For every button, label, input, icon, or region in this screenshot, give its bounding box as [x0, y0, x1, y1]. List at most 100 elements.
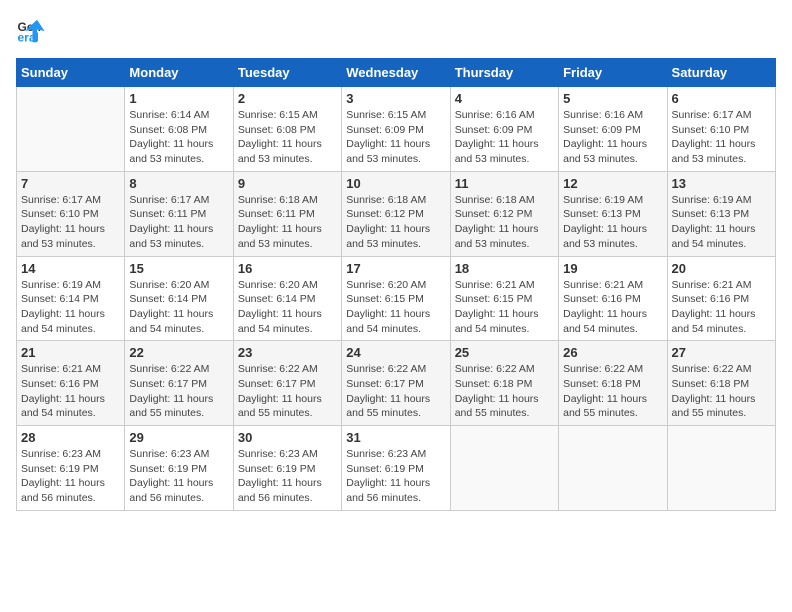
header-wednesday: Wednesday	[342, 59, 450, 87]
day-number: 2	[238, 91, 337, 106]
day-number: 28	[21, 430, 120, 445]
week-row-2: 7 Sunrise: 6:17 AM Sunset: 6:10 PM Daylig…	[17, 171, 776, 256]
day-number: 19	[563, 261, 662, 276]
calendar-table: SundayMondayTuesdayWednesdayThursdayFrid…	[16, 58, 776, 511]
day-cell: 30Sunrise: 6:23 AM Sunset: 6:19 PM Dayli…	[233, 426, 341, 511]
day-cell	[450, 426, 558, 511]
day-cell: 26 Sunrise: 6:22 AM Sunset: 6:18 PM Dayli…	[559, 341, 667, 426]
day-number: 6	[672, 91, 771, 106]
day-info: Sunrise: 6:14 AM Sunset: 6:08 PM Dayligh…	[129, 108, 228, 167]
header-thursday: Thursday	[450, 59, 558, 87]
day-info: Sunrise: 6:21 AM Sunset: 6:15 PM Dayligh…	[455, 278, 554, 337]
day-info: Sunrise: 6:21 AM Sunset: 6:16 PM Dayligh…	[672, 278, 771, 337]
day-number: 3	[346, 91, 445, 106]
day-info: Sunrise: 6:18 AM Sunset: 6:12 PM Dayligh…	[455, 193, 554, 252]
day-info: Sunrise: 6:19 AM Sunset: 6:14 PM Dayligh…	[21, 278, 120, 337]
header-monday: Monday	[125, 59, 233, 87]
day-cell: 19 Sunrise: 6:21 AM Sunset: 6:16 PM Dayli…	[559, 256, 667, 341]
day-info: Sunrise: 6:22 AM Sunset: 6:17 PM Dayligh…	[346, 362, 445, 421]
day-number: 4	[455, 91, 554, 106]
day-info: Sunrise: 6:21 AM Sunset: 6:16 PM Dayligh…	[563, 278, 662, 337]
day-info: Sunrise: 6:15 AM Sunset: 6:08 PM Dayligh…	[238, 108, 337, 167]
day-info: Sunrise: 6:22 AM Sunset: 6:17 PM Dayligh…	[238, 362, 337, 421]
day-info: Sunrise: 6:22 AM Sunset: 6:18 PM Dayligh…	[563, 362, 662, 421]
day-info: Sunrise: 6:20 AM Sunset: 6:14 PM Dayligh…	[238, 278, 337, 337]
day-cell: 2 Sunrise: 6:15 AM Sunset: 6:08 PM Daylig…	[233, 87, 341, 172]
page-header: Gen eral	[16, 16, 776, 46]
day-info: Sunrise: 6:20 AM Sunset: 6:14 PM Dayligh…	[129, 278, 228, 337]
day-info: Sunrise: 6:18 AM Sunset: 6:12 PM Dayligh…	[346, 193, 445, 252]
day-cell: 4 Sunrise: 6:16 AM Sunset: 6:09 PM Daylig…	[450, 87, 558, 172]
day-cell: 7 Sunrise: 6:17 AM Sunset: 6:10 PM Daylig…	[17, 171, 125, 256]
day-number: 1	[129, 91, 228, 106]
day-number: 27	[672, 345, 771, 360]
day-info: Sunrise: 6:15 AM Sunset: 6:09 PM Dayligh…	[346, 108, 445, 167]
day-number: 7	[21, 176, 120, 191]
day-info: Sunrise: 6:23 AM Sunset: 6:19 PM Dayligh…	[346, 447, 445, 506]
day-number: 14	[21, 261, 120, 276]
day-number: 17	[346, 261, 445, 276]
day-info: Sunrise: 6:16 AM Sunset: 6:09 PM Dayligh…	[563, 108, 662, 167]
day-cell: 23 Sunrise: 6:22 AM Sunset: 6:17 PM Dayli…	[233, 341, 341, 426]
day-cell: 29 Sunrise: 6:23 AM Sunset: 6:19 PM Dayli…	[125, 426, 233, 511]
day-cell: 24 Sunrise: 6:22 AM Sunset: 6:17 PM Dayli…	[342, 341, 450, 426]
logo-icon: Gen eral	[16, 16, 46, 46]
day-info: Sunrise: 6:17 AM Sunset: 6:11 PM Dayligh…	[129, 193, 228, 252]
day-number: 18	[455, 261, 554, 276]
day-info: Sunrise: 6:23 AM Sunset: 6:19 PM Dayligh…	[129, 447, 228, 506]
day-number: 11	[455, 176, 554, 191]
day-number: 21	[21, 345, 120, 360]
day-number: 8	[129, 176, 228, 191]
day-cell: 28 Sunrise: 6:23 AM Sunset: 6:19 PM Dayli…	[17, 426, 125, 511]
header-tuesday: Tuesday	[233, 59, 341, 87]
day-info: Sunrise: 6:19 AM Sunset: 6:13 PM Dayligh…	[672, 193, 771, 252]
day-cell: 3 Sunrise: 6:15 AM Sunset: 6:09 PM Daylig…	[342, 87, 450, 172]
day-number: 26	[563, 345, 662, 360]
logo: Gen eral	[16, 16, 50, 46]
header-saturday: Saturday	[667, 59, 775, 87]
day-cell: 15 Sunrise: 6:20 AM Sunset: 6:14 PM Dayli…	[125, 256, 233, 341]
day-number: 25	[455, 345, 554, 360]
day-cell: 17 Sunrise: 6:20 AM Sunset: 6:15 PM Dayli…	[342, 256, 450, 341]
day-cell: 12Sunrise: 6:19 AM Sunset: 6:13 PM Dayli…	[559, 171, 667, 256]
day-cell: 1 Sunrise: 6:14 AM Sunset: 6:08 PM Daylig…	[125, 87, 233, 172]
day-info: Sunrise: 6:19 AM Sunset: 6:13 PM Dayligh…	[563, 193, 662, 252]
day-number: 15	[129, 261, 228, 276]
day-cell: 14 Sunrise: 6:19 AM Sunset: 6:14 PM Dayli…	[17, 256, 125, 341]
day-number: 13	[672, 176, 771, 191]
header-sunday: Sunday	[17, 59, 125, 87]
day-info: Sunrise: 6:17 AM Sunset: 6:10 PM Dayligh…	[672, 108, 771, 167]
day-info: Sunrise: 6:20 AM Sunset: 6:15 PM Dayligh…	[346, 278, 445, 337]
day-info: Sunrise: 6:23 AM Sunset: 6:19 PM Dayligh…	[21, 447, 120, 506]
day-number: 24	[346, 345, 445, 360]
header-friday: Friday	[559, 59, 667, 87]
day-number: 29	[129, 430, 228, 445]
week-row-3: 14 Sunrise: 6:19 AM Sunset: 6:14 PM Dayli…	[17, 256, 776, 341]
day-cell: 22Sunrise: 6:22 AM Sunset: 6:17 PM Dayli…	[125, 341, 233, 426]
day-number: 23	[238, 345, 337, 360]
day-info: Sunrise: 6:22 AM Sunset: 6:18 PM Dayligh…	[455, 362, 554, 421]
day-cell: 25 Sunrise: 6:22 AM Sunset: 6:18 PM Dayli…	[450, 341, 558, 426]
day-cell: 8 Sunrise: 6:17 AM Sunset: 6:11 PM Daylig…	[125, 171, 233, 256]
day-cell: 27Sunrise: 6:22 AM Sunset: 6:18 PM Dayli…	[667, 341, 775, 426]
day-cell: 13 Sunrise: 6:19 AM Sunset: 6:13 PM Dayli…	[667, 171, 775, 256]
day-number: 20	[672, 261, 771, 276]
day-cell: 20 Sunrise: 6:21 AM Sunset: 6:16 PM Dayli…	[667, 256, 775, 341]
day-info: Sunrise: 6:16 AM Sunset: 6:09 PM Dayligh…	[455, 108, 554, 167]
day-info: Sunrise: 6:18 AM Sunset: 6:11 PM Dayligh…	[238, 193, 337, 252]
calendar-header-row: SundayMondayTuesdayWednesdayThursdayFrid…	[17, 59, 776, 87]
day-info: Sunrise: 6:17 AM Sunset: 6:10 PM Dayligh…	[21, 193, 120, 252]
day-cell: 18 Sunrise: 6:21 AM Sunset: 6:15 PM Dayli…	[450, 256, 558, 341]
day-number: 22	[129, 345, 228, 360]
day-number: 31	[346, 430, 445, 445]
day-number: 16	[238, 261, 337, 276]
day-cell	[667, 426, 775, 511]
week-row-1: 1 Sunrise: 6:14 AM Sunset: 6:08 PM Daylig…	[17, 87, 776, 172]
day-number: 5	[563, 91, 662, 106]
day-cell: 5 Sunrise: 6:16 AM Sunset: 6:09 PM Daylig…	[559, 87, 667, 172]
week-row-5: 28 Sunrise: 6:23 AM Sunset: 6:19 PM Dayli…	[17, 426, 776, 511]
day-cell: 31 Sunrise: 6:23 AM Sunset: 6:19 PM Dayli…	[342, 426, 450, 511]
day-cell	[17, 87, 125, 172]
day-number: 9	[238, 176, 337, 191]
day-cell: 10Sunrise: 6:18 AM Sunset: 6:12 PM Dayli…	[342, 171, 450, 256]
